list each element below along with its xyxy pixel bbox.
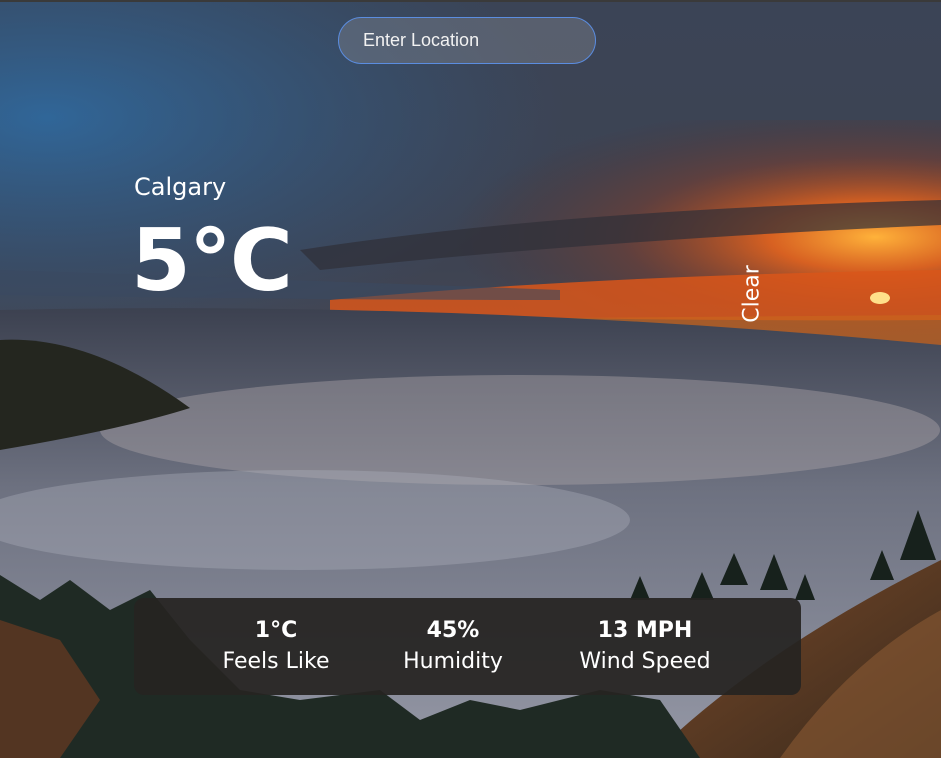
humidity-value: 45% <box>426 618 480 643</box>
top-border <box>0 0 941 2</box>
current-temperature: 5°C <box>131 211 293 311</box>
weather-details-panel: 1°C Feels Like 45% Humidity 13 MPH Wind … <box>134 598 801 695</box>
feels-like-value: 1°C <box>254 618 298 643</box>
wind-speed-value: 13 MPH <box>597 618 693 643</box>
wind-speed-stat: 13 MPH Wind Speed <box>579 616 710 678</box>
location-search-box[interactable] <box>338 17 596 64</box>
feels-like-label: Feels Like <box>222 649 330 674</box>
humidity-stat: 45% Humidity <box>403 616 503 678</box>
feels-like-stat: 1°C Feels Like <box>223 616 330 678</box>
city-name: Calgary <box>134 173 227 201</box>
wind-speed-label: Wind Speed <box>579 649 711 674</box>
location-input[interactable] <box>363 30 571 51</box>
weather-condition: Clear <box>739 265 765 323</box>
humidity-label: Humidity <box>403 649 503 674</box>
